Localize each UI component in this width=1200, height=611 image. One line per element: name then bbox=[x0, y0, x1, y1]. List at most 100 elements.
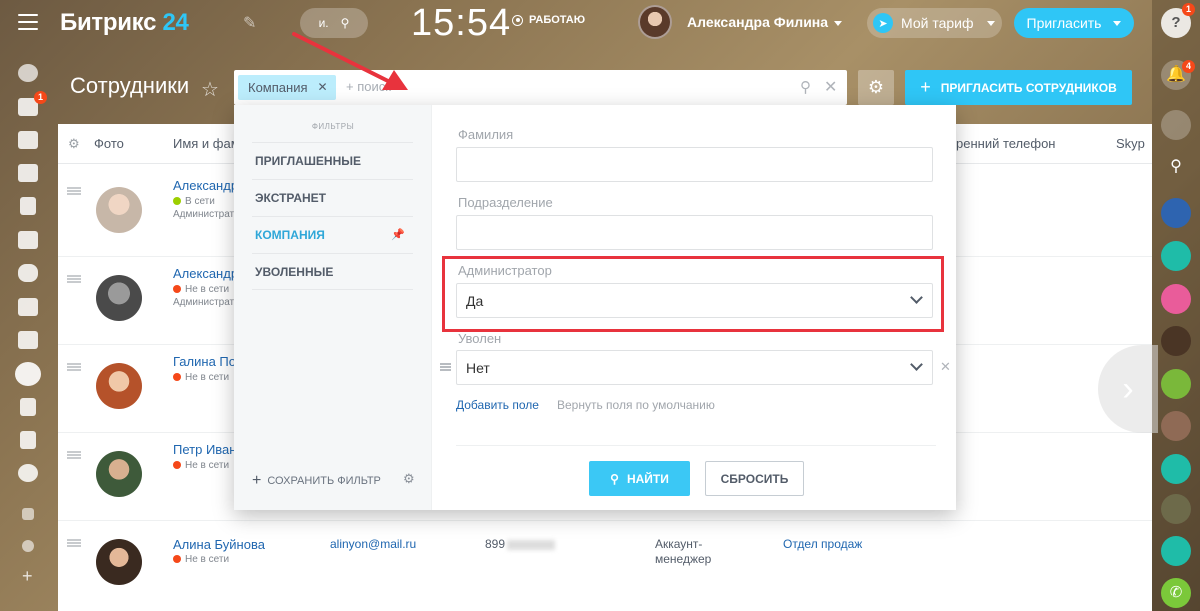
document-icon[interactable] bbox=[20, 197, 36, 215]
bell-badge: 4 bbox=[1182, 60, 1195, 73]
status-badge: В сети bbox=[173, 196, 215, 207]
employee-name[interactable]: Александр bbox=[173, 266, 238, 281]
crm-icon[interactable] bbox=[18, 331, 38, 349]
stream-icon[interactable] bbox=[18, 64, 38, 82]
tariff-button[interactable]: ➤ Мой тариф bbox=[867, 8, 1002, 38]
settings-icon[interactable] bbox=[22, 540, 34, 552]
more-icon[interactable] bbox=[18, 464, 38, 482]
window-icon[interactable] bbox=[18, 298, 38, 316]
employee-email[interactable]: alinyon@mail.ru bbox=[330, 537, 416, 551]
phone-icon[interactable]: ✆ bbox=[1161, 578, 1191, 608]
fired-select[interactable]: Нет bbox=[456, 350, 933, 385]
gear-icon[interactable]: ⚙ bbox=[403, 471, 415, 487]
contact-avatar-icon[interactable] bbox=[1161, 494, 1191, 524]
employee-name[interactable]: Галина Пол bbox=[173, 354, 243, 369]
contact-avatar-icon[interactable] bbox=[1161, 284, 1191, 314]
user-avatar[interactable] bbox=[638, 5, 672, 39]
status-badge: Не в сети bbox=[173, 372, 229, 383]
page-title: Сотрудники bbox=[70, 73, 190, 98]
employee-department[interactable]: Отдел продаж bbox=[783, 537, 862, 551]
preset-invited[interactable]: ПРИГЛАШЕННЫЕ bbox=[252, 142, 413, 179]
drag-handle-icon[interactable] bbox=[67, 539, 81, 547]
tasks-badge: 1 bbox=[34, 91, 47, 104]
divider bbox=[456, 445, 936, 446]
lastname-field[interactable] bbox=[456, 147, 933, 182]
star-icon[interactable]: ☆ bbox=[201, 77, 219, 102]
chat-icon[interactable] bbox=[18, 164, 38, 182]
caret-down-icon bbox=[834, 20, 843, 26]
menu-icon[interactable] bbox=[18, 14, 38, 30]
work-status[interactable]: РАБОТАЮ bbox=[512, 14, 585, 26]
caret-down-icon bbox=[1113, 20, 1122, 26]
contact-avatar-icon[interactable] bbox=[1161, 369, 1191, 399]
caret-down-icon bbox=[987, 20, 996, 26]
plus-icon[interactable]: + bbox=[22, 566, 33, 587]
status-badge: Не в сети bbox=[173, 554, 229, 565]
settings-button[interactable]: ⚙ bbox=[858, 70, 894, 105]
contact-avatar-icon[interactable] bbox=[1161, 326, 1191, 356]
employees-icon[interactable] bbox=[18, 264, 38, 282]
rocket-icon: ➤ bbox=[873, 13, 893, 33]
drag-handle-icon[interactable] bbox=[67, 363, 81, 371]
telephony-icon[interactable] bbox=[1161, 536, 1191, 566]
employee-name[interactable]: Алина Буйнова bbox=[173, 537, 265, 552]
help-badge: 1 bbox=[1182, 3, 1195, 16]
drag-handle-icon[interactable] bbox=[67, 451, 81, 459]
employee-role: Администрат bbox=[173, 297, 235, 308]
drive-icon[interactable] bbox=[18, 231, 38, 249]
gear-icon: ⚙ bbox=[867, 77, 885, 97]
filter-presets: ФИЛЬТРЫ ПРИГЛАШЕННЫЕ ЭКСТРАНЕТ КОМПАНИЯ 📌… bbox=[234, 105, 432, 510]
clear-icon[interactable]: ✕ bbox=[824, 77, 837, 97]
table-row[interactable]: Алина Буйнова Не в сети alinyon@mail.ru … bbox=[58, 521, 1152, 609]
highlight-frame bbox=[442, 256, 944, 332]
lastname-label: Фамилия bbox=[458, 127, 514, 142]
employee-name[interactable]: Александр bbox=[173, 178, 238, 193]
cube-icon[interactable] bbox=[20, 398, 36, 416]
department-label: Подразделение bbox=[458, 195, 553, 210]
contact-avatar-icon[interactable] bbox=[1161, 411, 1191, 441]
column-phone[interactable]: ренний телефон bbox=[956, 136, 1055, 151]
employee-name[interactable]: Петр Иван bbox=[173, 442, 236, 457]
search-icon[interactable]: ⚲ bbox=[1161, 152, 1191, 182]
search-icon: ⚲ bbox=[610, 471, 619, 486]
column-skype[interactable]: Skyp bbox=[1116, 136, 1145, 151]
avatar bbox=[96, 187, 142, 233]
employee-phone: 899 bbox=[485, 537, 556, 551]
pin-icon[interactable]: 📌 bbox=[391, 228, 405, 241]
invite-button[interactable]: Пригласить bbox=[1014, 8, 1134, 38]
pointer-arrow-icon bbox=[292, 32, 408, 90]
add-field-link[interactable]: Добавить поле bbox=[456, 398, 539, 412]
sitemap-icon[interactable] bbox=[22, 508, 34, 520]
reset-button[interactable]: СБРОСИТЬ bbox=[705, 461, 804, 496]
remove-field-icon[interactable]: ✕ bbox=[940, 359, 951, 375]
contact-avatar-icon[interactable] bbox=[1161, 241, 1191, 271]
messages-icon[interactable] bbox=[1161, 110, 1191, 140]
gear-icon[interactable]: ⚙ bbox=[68, 136, 80, 152]
contact-avatar-icon[interactable] bbox=[1161, 454, 1191, 484]
left-sidebar: 1 + bbox=[0, 46, 58, 611]
department-field[interactable] bbox=[456, 215, 933, 250]
pencil-icon[interactable]: ✎ bbox=[243, 13, 256, 33]
box-icon[interactable] bbox=[20, 431, 36, 449]
drag-handle-icon[interactable] bbox=[67, 275, 81, 283]
column-name[interactable]: Имя и фам bbox=[173, 136, 240, 151]
avatar bbox=[96, 363, 142, 409]
preset-fired[interactable]: УВОЛЕННЫЕ bbox=[252, 253, 413, 290]
preset-extranet[interactable]: ЭКСТРАНЕТ bbox=[252, 179, 413, 216]
contact-card-icon[interactable] bbox=[15, 362, 41, 386]
search-icon[interactable]: ⚲ bbox=[800, 78, 811, 96]
invite-employees-button[interactable]: + ПРИГЛАСИТЬ СОТРУДНИКОВ bbox=[905, 70, 1132, 105]
calendar-icon[interactable] bbox=[18, 131, 38, 149]
avatar bbox=[96, 539, 142, 585]
restore-fields-link[interactable]: Вернуть поля по умолчанию bbox=[557, 398, 715, 412]
save-filter-button[interactable]: + СОХРАНИТЬ ФИЛЬТР bbox=[252, 472, 381, 490]
logo[interactable]: Битрикс 24 bbox=[60, 9, 189, 37]
find-button[interactable]: ⚲ НАЙТИ bbox=[589, 461, 690, 496]
preset-company[interactable]: КОМПАНИЯ 📌 bbox=[252, 216, 413, 253]
column-photo[interactable]: Фото bbox=[94, 136, 124, 151]
user-menu[interactable]: Александра Филина bbox=[687, 14, 843, 30]
drag-handle-icon[interactable] bbox=[67, 187, 81, 195]
employee-position: Аккаунт-менеджер bbox=[655, 537, 712, 566]
drag-handle-icon[interactable] bbox=[440, 363, 451, 371]
group-chat-icon[interactable] bbox=[1161, 198, 1191, 228]
